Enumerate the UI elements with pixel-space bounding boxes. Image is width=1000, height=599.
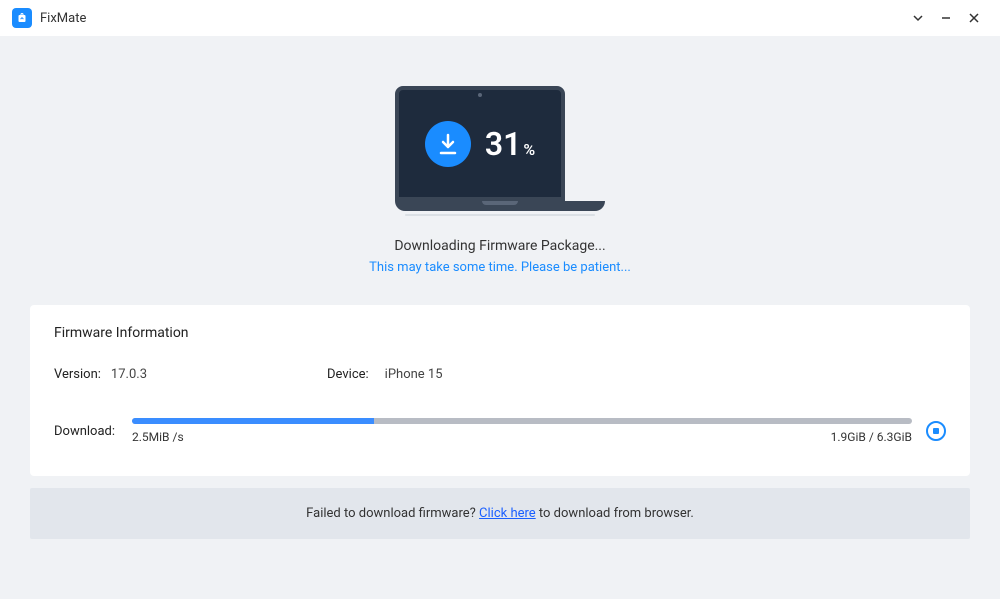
progress-percent: 31	[485, 125, 522, 163]
percent-symbol: %	[523, 140, 535, 159]
progress-bar	[132, 418, 912, 424]
app-logo-icon	[12, 8, 32, 28]
device-label: Device:	[327, 367, 369, 382]
hero-section: 31 % Downloading Firmware Package... Thi…	[30, 36, 970, 305]
minimize-button[interactable]	[932, 4, 960, 32]
laptop-illustration: 31 %	[395, 86, 605, 216]
version-value: 17.0.3	[111, 367, 147, 382]
device-value: iPhone 15	[385, 367, 443, 382]
footer-bar: Failed to download firmware? Click here …	[30, 488, 970, 539]
footer-link[interactable]: Click here	[479, 506, 536, 521]
app-title: FixMate	[40, 11, 86, 26]
titlebar: FixMate	[0, 0, 1000, 36]
version-label: Version:	[54, 367, 101, 382]
firmware-info-panel: Firmware Information Version: 17.0.3 Dev…	[30, 305, 970, 476]
footer-suffix: to download from browser.	[536, 506, 694, 521]
status-sub: This may take some time. Please be patie…	[30, 260, 970, 275]
stop-button[interactable]	[926, 421, 946, 441]
close-button[interactable]	[960, 4, 988, 32]
footer-prefix: Failed to download firmware?	[306, 506, 479, 521]
dropdown-button[interactable]	[904, 4, 932, 32]
download-label: Download:	[54, 424, 118, 439]
download-arrow-icon	[425, 121, 471, 167]
panel-title: Firmware Information	[54, 325, 946, 341]
download-size: 1.9GiB / 6.3GiB	[831, 430, 912, 444]
status-main: Downloading Firmware Package...	[30, 238, 970, 254]
progress-fill	[132, 418, 374, 424]
download-speed: 2.5MiB /s	[132, 430, 184, 444]
